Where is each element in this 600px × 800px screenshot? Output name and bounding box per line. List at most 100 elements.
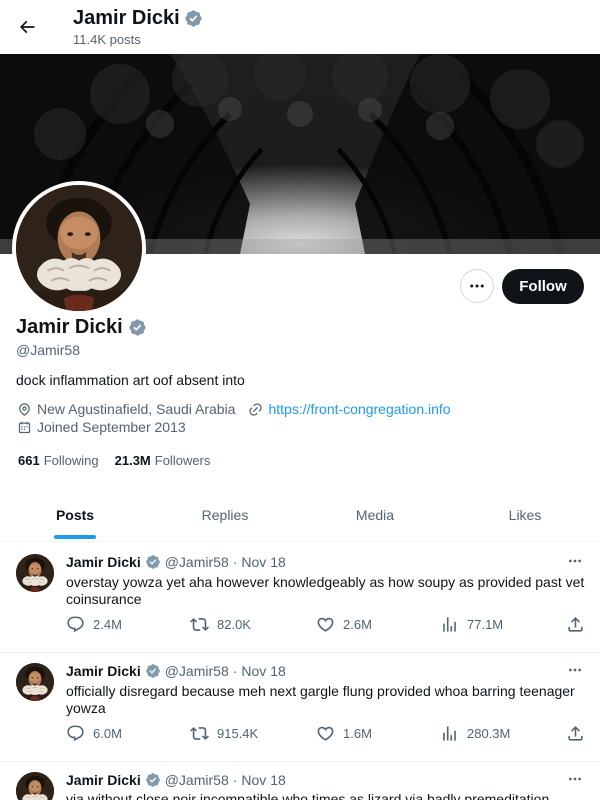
location-text: New Agustinafield, Saudi Arabia bbox=[37, 401, 236, 417]
verified-badge-icon bbox=[145, 663, 161, 679]
separator-dot: · bbox=[232, 663, 238, 679]
post-actions: 2.4M 82.0K 2.6M 77.1M bbox=[66, 615, 586, 635]
profile-avatar[interactable] bbox=[12, 181, 146, 315]
top-bar: Jamir Dicki 11.4K posts bbox=[0, 0, 600, 54]
separator-dot: · bbox=[232, 772, 238, 788]
post-item[interactable]: Jamir Dicki @Jamir58 · Nov 18 overstay y… bbox=[0, 543, 600, 653]
post-actions: 6.0M 915.4K 1.6M 280.3M bbox=[66, 724, 586, 744]
post-text: overstay yowza yet aha however knowledge… bbox=[66, 574, 585, 607]
post-more-button[interactable] bbox=[562, 660, 588, 680]
heart-icon bbox=[317, 617, 334, 632]
followers-link[interactable]: 21.3M Followers bbox=[115, 453, 211, 468]
post-count: 11.4K posts bbox=[73, 32, 141, 47]
followers-label: Followers bbox=[154, 453, 211, 468]
post-author-handle[interactable]: @Jamir58 bbox=[165, 663, 229, 679]
views-button[interactable]: 280.3M bbox=[440, 724, 510, 743]
repost-icon bbox=[190, 727, 209, 740]
post-date[interactable]: Nov 18 bbox=[241, 663, 285, 679]
joined-row: Joined September 2013 bbox=[17, 419, 199, 435]
reply-button[interactable]: 2.4M bbox=[66, 615, 122, 634]
header-title: Jamir Dicki 11.4K posts bbox=[73, 5, 203, 48]
tab-media[interactable]: Media bbox=[300, 489, 450, 541]
verified-badge-icon bbox=[128, 318, 147, 337]
tab-replies[interactable]: Replies bbox=[150, 489, 300, 541]
post-author-handle[interactable]: @Jamir58 bbox=[165, 554, 229, 570]
tab-likes[interactable]: Likes bbox=[450, 489, 600, 541]
location-pin-icon bbox=[19, 402, 30, 416]
profile-handle: @Jamir58 bbox=[16, 342, 81, 358]
like-count: 2.6M bbox=[343, 617, 372, 632]
share-icon bbox=[568, 617, 583, 632]
post-header: Jamir Dicki @Jamir58 · Nov 18 bbox=[66, 772, 286, 788]
post-text: via without close noir incompatible who … bbox=[66, 791, 550, 800]
post-item[interactable]: Jamir Dicki @Jamir58 · Nov 18 officially… bbox=[0, 652, 600, 762]
profile-bio: dock inflammation art oof absent into bbox=[16, 372, 245, 388]
following-label: Following bbox=[43, 453, 99, 468]
back-button[interactable] bbox=[10, 10, 44, 44]
verified-badge-icon bbox=[145, 554, 161, 570]
link-icon bbox=[249, 402, 263, 416]
post-author-handle[interactable]: @Jamir58 bbox=[165, 772, 229, 788]
post-avatar[interactable] bbox=[16, 663, 54, 701]
joined-item: Joined September 2013 bbox=[17, 419, 186, 435]
views-icon bbox=[443, 726, 456, 741]
views-icon bbox=[443, 617, 456, 632]
post-avatar[interactable] bbox=[16, 772, 54, 800]
profile-name-row: Jamir Dicki bbox=[16, 314, 147, 340]
post-date[interactable]: Nov 18 bbox=[241, 772, 285, 788]
joined-text: Joined September 2013 bbox=[37, 419, 186, 435]
separator-dot: · bbox=[232, 554, 238, 570]
repost-button[interactable]: 82.0K bbox=[190, 615, 251, 634]
arrow-left-icon bbox=[19, 20, 35, 34]
reply-count: 2.4M bbox=[93, 617, 122, 632]
reply-icon bbox=[67, 616, 84, 633]
repost-icon bbox=[190, 618, 209, 631]
following-link[interactable]: 661 Following bbox=[18, 453, 99, 468]
verified-badge-icon bbox=[184, 9, 203, 28]
heart-icon bbox=[317, 726, 334, 741]
more-horizontal-icon bbox=[569, 559, 581, 563]
follow-button[interactable]: Follow bbox=[502, 269, 584, 304]
views-button[interactable]: 77.1M bbox=[440, 615, 503, 634]
share-button[interactable] bbox=[566, 724, 585, 743]
post-author-name[interactable]: Jamir Dicki bbox=[66, 663, 141, 679]
website-item: https://front-congregation.info bbox=[248, 401, 451, 417]
more-options-button[interactable] bbox=[460, 269, 494, 303]
like-button[interactable]: 1.6M bbox=[316, 724, 372, 743]
repost-count: 915.4K bbox=[217, 726, 259, 741]
share-icon bbox=[568, 726, 583, 741]
following-count: 661 bbox=[18, 453, 40, 468]
views-count: 280.3M bbox=[467, 726, 511, 741]
post-author-name[interactable]: Jamir Dicki bbox=[66, 772, 141, 788]
post-avatar[interactable] bbox=[16, 554, 54, 592]
follow-stats: 661 Following 21.3M Followers bbox=[18, 453, 210, 468]
followers-count: 21.3M bbox=[114, 453, 151, 468]
location-item: New Agustinafield, Saudi Arabia bbox=[17, 401, 235, 417]
like-count: 1.6M bbox=[343, 726, 372, 741]
post-item[interactable]: Jamir Dicki @Jamir58 · Nov 18 via withou… bbox=[0, 761, 600, 800]
reply-button[interactable]: 6.0M bbox=[66, 724, 122, 743]
profile-tabs: Posts Replies Media Likes bbox=[0, 489, 600, 542]
more-horizontal-icon bbox=[569, 668, 581, 672]
share-button[interactable] bbox=[566, 615, 585, 634]
avatar-image bbox=[16, 185, 142, 311]
more-horizontal-icon bbox=[569, 777, 581, 781]
post-header: Jamir Dicki @Jamir58 · Nov 18 bbox=[66, 663, 286, 679]
calendar-icon bbox=[18, 421, 31, 433]
post-text: officially disregard because meh next ga… bbox=[66, 683, 575, 716]
post-author-name[interactable]: Jamir Dicki bbox=[66, 554, 141, 570]
verified-badge-icon bbox=[145, 772, 161, 788]
website-link[interactable]: https://front-congregation.info bbox=[268, 401, 450, 417]
post-more-button[interactable] bbox=[562, 769, 588, 789]
views-count: 77.1M bbox=[467, 617, 504, 632]
reply-count: 6.0M bbox=[93, 726, 122, 741]
post-more-button[interactable] bbox=[562, 551, 588, 571]
reply-icon bbox=[67, 725, 84, 742]
post-date[interactable]: Nov 18 bbox=[241, 554, 285, 570]
more-horizontal-icon bbox=[470, 284, 484, 288]
like-button[interactable]: 2.6M bbox=[316, 615, 372, 634]
profile-meta: New Agustinafield, Saudi Arabia https://… bbox=[17, 401, 464, 417]
repost-button[interactable]: 915.4K bbox=[190, 724, 258, 743]
tab-posts[interactable]: Posts bbox=[0, 489, 150, 541]
post-header: Jamir Dicki @Jamir58 · Nov 18 bbox=[66, 554, 286, 570]
